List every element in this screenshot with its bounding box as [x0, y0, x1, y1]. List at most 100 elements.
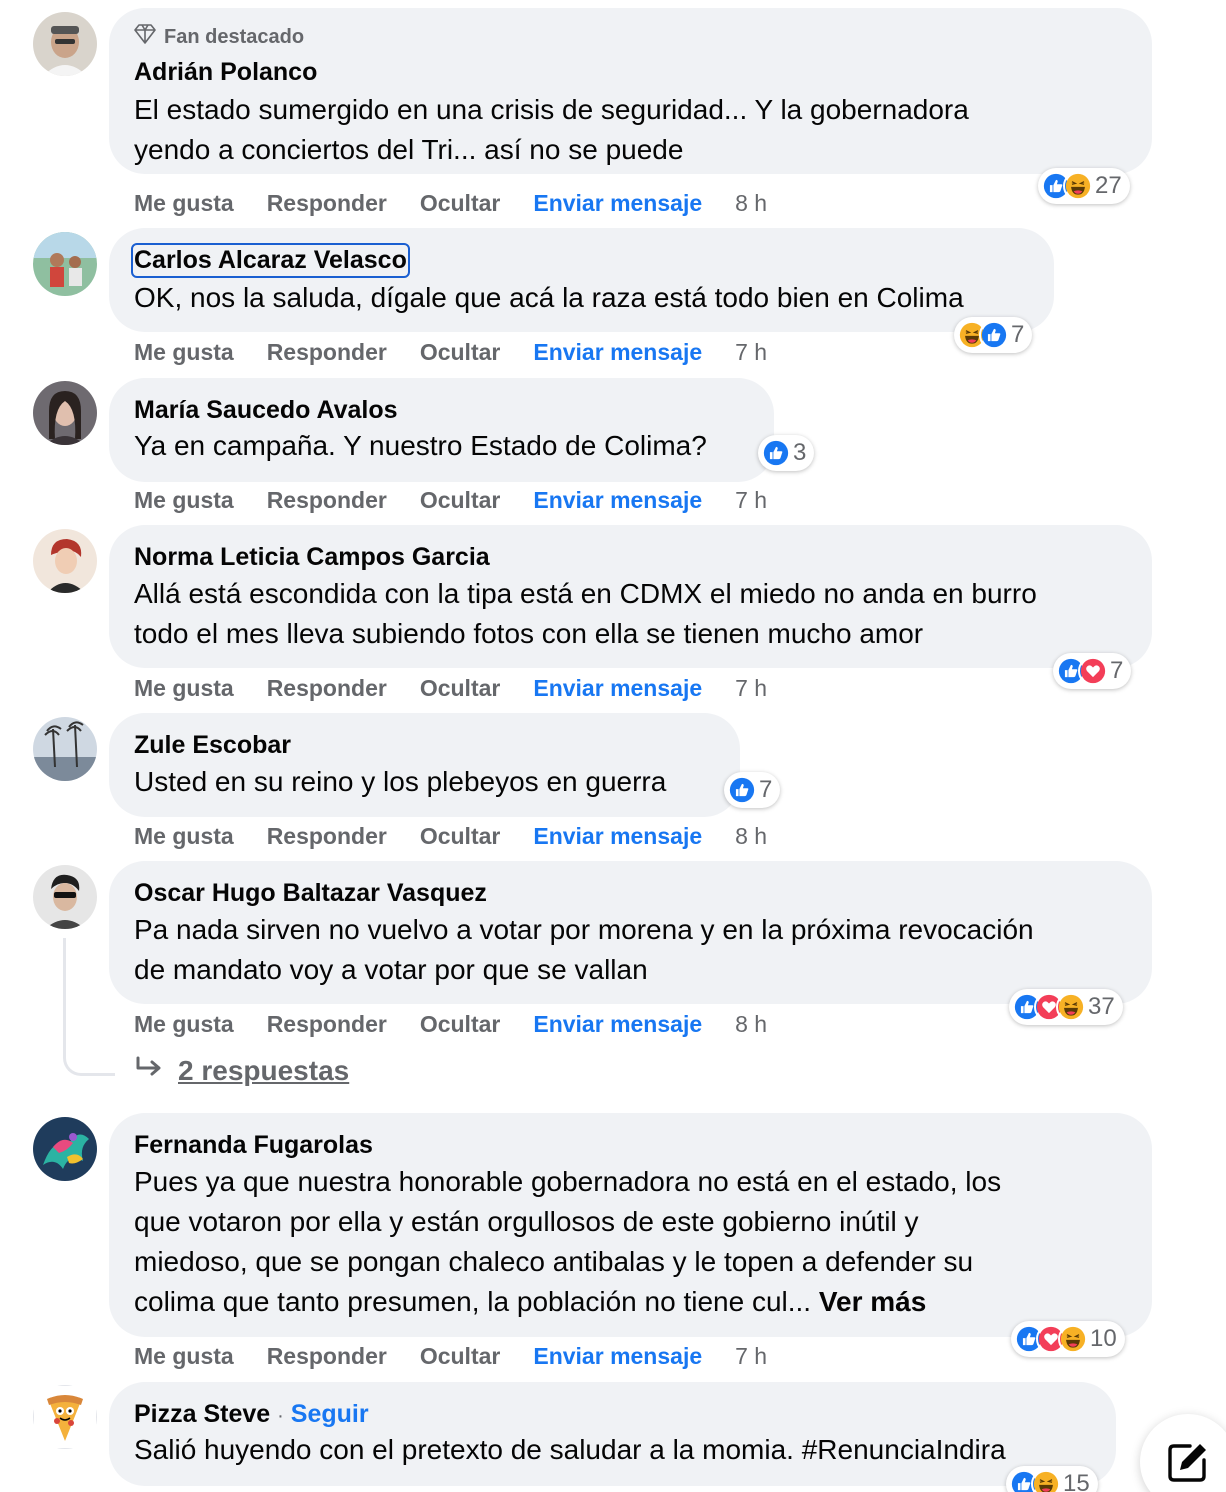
hide-button[interactable]: Ocultar	[420, 1343, 501, 1370]
comment-text-line: El estado sumergido en una crisis de seg…	[134, 94, 969, 125]
send-message-button[interactable]: Enviar mensaje	[533, 190, 702, 217]
comment-timestamp[interactable]: 8 h	[735, 823, 767, 850]
follow-button[interactable]: Seguir	[291, 1400, 369, 1428]
see-more-link[interactable]: Ver más	[819, 1286, 926, 1317]
comment-timestamp[interactable]: 7 h	[735, 1343, 767, 1370]
love-reaction-icon	[1078, 656, 1108, 686]
hide-button[interactable]: Ocultar	[420, 339, 501, 366]
like-button[interactable]: Me gusta	[134, 1011, 234, 1038]
comment-bubble: Zule Escobar Usted en su reino y los ple…	[109, 713, 740, 817]
send-message-button[interactable]: Enviar mensaje	[533, 675, 702, 702]
comment-text-line: yendo a conciertos del Tri... así no se …	[134, 134, 684, 165]
reaction-summary[interactable]: 15	[1006, 1466, 1098, 1492]
comment-bubble: Fan destacado Adrián Polanco El estado s…	[109, 8, 1152, 174]
like-button[interactable]: Me gusta	[134, 823, 234, 850]
reaction-count: 15	[1063, 1470, 1090, 1492]
reply-button[interactable]: Responder	[267, 675, 387, 702]
send-message-button[interactable]: Enviar mensaje	[533, 823, 702, 850]
avatar[interactable]	[33, 381, 97, 445]
comments-panel: Fan destacado Adrián Polanco El estado s…	[0, 0, 1226, 1492]
send-message-button[interactable]: Enviar mensaje	[533, 487, 702, 514]
avatar[interactable]	[33, 12, 97, 76]
comment-text-line: todo el mes lleva subiendo fotos con ell…	[134, 618, 924, 649]
reply-button[interactable]: Responder	[267, 190, 387, 217]
comment-author[interactable]: Pizza Steve	[134, 1400, 270, 1428]
reply-button[interactable]: Responder	[267, 339, 387, 366]
like-button[interactable]: Me gusta	[134, 1343, 234, 1370]
reaction-count: 37	[1088, 993, 1115, 1020]
comment-timestamp[interactable]: 8 h	[735, 1011, 767, 1038]
comment-text-line: miedoso, que se pongan chaleco antibalas…	[134, 1246, 974, 1277]
comment-author[interactable]: Adrián Polanco	[134, 58, 317, 87]
reaction-summary[interactable]: 10	[1011, 1321, 1125, 1357]
avatar[interactable]	[33, 529, 97, 593]
send-message-button[interactable]: Enviar mensaje	[533, 1011, 702, 1038]
send-message-button[interactable]: Enviar mensaje	[533, 1343, 702, 1370]
compose-icon	[1168, 1444, 1206, 1482]
comment-actions: Me gusta Responder Ocultar Enviar mensaj…	[134, 1009, 767, 1039]
haha-reaction-icon	[1031, 1469, 1061, 1492]
haha-reaction-icon	[1056, 992, 1086, 1022]
comment-text-line: Pa nada sirven no vuelvo a votar por mor…	[134, 914, 1034, 945]
avatar[interactable]	[33, 1385, 97, 1449]
separator-dot: ·	[277, 1405, 284, 1427]
reaction-summary[interactable]: 3	[758, 435, 815, 471]
like-button[interactable]: Me gusta	[134, 675, 234, 702]
reaction-summary[interactable]: 7	[954, 317, 1033, 353]
thread-connector	[63, 938, 115, 1076]
reaction-summary[interactable]: 27	[1038, 168, 1130, 204]
comment-text-line: de mandato voy a votar por que se vallan	[134, 954, 648, 985]
badge-label: Fan destacado	[164, 25, 305, 48]
like-button[interactable]: Me gusta	[134, 339, 234, 366]
reaction-count: 3	[793, 439, 807, 466]
reply-button[interactable]: Responder	[267, 1343, 387, 1370]
comment-text-line: Usted en su reino y los plebeyos en guer…	[134, 766, 667, 797]
comment-author[interactable]: María Saucedo Avalos	[134, 396, 398, 425]
avatar[interactable]	[33, 232, 97, 296]
reaction-summary[interactable]: 37	[1009, 989, 1123, 1025]
comment-timestamp[interactable]: 7 h	[735, 339, 767, 366]
hide-button[interactable]: Ocultar	[420, 675, 501, 702]
comment-bubble: María Saucedo Avalos Ya en campaña. Y nu…	[109, 378, 774, 482]
avatar[interactable]	[33, 1117, 97, 1181]
view-replies-link[interactable]: 2 respuestas	[134, 1055, 349, 1087]
compose-button[interactable]	[1140, 1414, 1226, 1492]
reply-button[interactable]: Responder	[267, 823, 387, 850]
comment-timestamp[interactable]: 7 h	[735, 487, 767, 514]
comment-author[interactable]: Zule Escobar	[134, 731, 291, 760]
comment-bubble: Carlos Alcaraz Velasco OK, nos la saluda…	[109, 228, 1054, 332]
reply-button[interactable]: Responder	[267, 1011, 387, 1038]
hide-button[interactable]: Ocultar	[420, 823, 501, 850]
comment-author[interactable]: Norma Leticia Campos Garcia	[134, 543, 490, 572]
comment-timestamp[interactable]: 7 h	[735, 675, 767, 702]
send-message-button[interactable]: Enviar mensaje	[533, 339, 702, 366]
comment-author[interactable]: Oscar Hugo Baltazar Vasquez	[134, 879, 487, 908]
comment-text-line: colima que tanto presumen, la población …	[134, 1282, 926, 1322]
comment-text-line: que votaron por ella y están orgullosos …	[134, 1206, 919, 1237]
reply-arrow-icon	[134, 1055, 164, 1087]
comment-timestamp[interactable]: 8 h	[735, 190, 767, 217]
comment-author[interactable]: Carlos Alcaraz Velasco	[131, 243, 410, 278]
replies-label[interactable]: 2 respuestas	[178, 1055, 349, 1087]
comment-text-line: Allá está escondida con la tipa está en …	[134, 578, 1037, 609]
comment-bubble: Fernanda Fugarolas Pues ya que nuestra h…	[109, 1113, 1152, 1337]
hide-button[interactable]: Ocultar	[420, 190, 501, 217]
reaction-count: 27	[1095, 172, 1122, 199]
avatar[interactable]	[33, 717, 97, 781]
like-reaction-icon	[727, 775, 757, 805]
reaction-count: 7	[759, 776, 773, 803]
reaction-count: 7	[1110, 657, 1124, 684]
avatar[interactable]	[33, 865, 97, 929]
comment-author[interactable]: Fernanda Fugarolas	[134, 1131, 373, 1160]
comment-bubble: Oscar Hugo Baltazar Vasquez Pa nada sirv…	[109, 861, 1152, 1004]
like-button[interactable]: Me gusta	[134, 190, 234, 217]
hide-button[interactable]: Ocultar	[420, 487, 501, 514]
reply-button[interactable]: Responder	[267, 487, 387, 514]
reaction-summary[interactable]: 7	[1053, 653, 1132, 689]
like-button[interactable]: Me gusta	[134, 487, 234, 514]
reaction-count: 7	[1011, 321, 1025, 348]
comment-text-line: Salió huyendo con el pretexto de saludar…	[134, 1434, 1006, 1465]
reaction-summary[interactable]: 7	[724, 772, 781, 808]
comment-text-line: OK, nos la saluda, dígale que acá la raz…	[134, 282, 964, 313]
hide-button[interactable]: Ocultar	[420, 1011, 501, 1038]
